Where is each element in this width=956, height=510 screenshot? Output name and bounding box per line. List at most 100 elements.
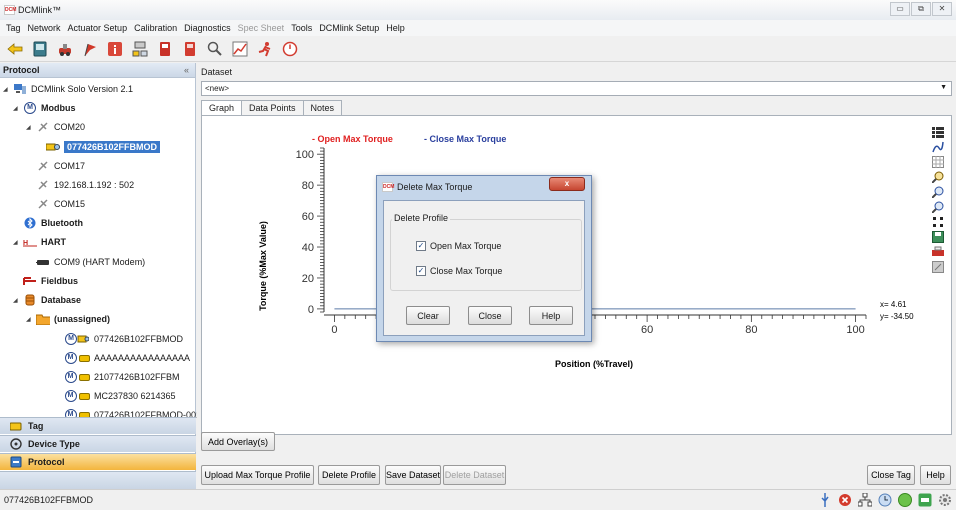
delete-profile-button[interactable]: Delete Profile — [318, 465, 380, 485]
zoom-in-icon[interactable] — [931, 186, 945, 198]
settings-icon[interactable] — [938, 493, 952, 507]
tree-node-label: COM15 — [54, 199, 86, 209]
menu-calibration[interactable]: Calibration — [132, 23, 182, 33]
close-tag-button[interactable]: Close Tag — [867, 465, 915, 485]
app-logo-icon: DCM — [382, 182, 395, 192]
menu-tools[interactable]: Tools — [289, 23, 317, 33]
tab-notes[interactable]: Notes — [302, 100, 343, 115]
maximize-button[interactable]: ⧉ — [911, 2, 931, 16]
run-icon[interactable] — [256, 40, 274, 58]
open-max-torque-option[interactable]: ✓ Open Max Torque — [416, 241, 501, 251]
chart-icon[interactable] — [231, 40, 249, 58]
tree-node-hart[interactable]: ◢ H HART — [13, 234, 66, 250]
back-arrow-icon[interactable] — [6, 40, 24, 58]
zoom-fit-icon[interactable] — [931, 171, 945, 183]
tab-graph[interactable]: Graph — [201, 100, 243, 116]
tree-node-ip-port[interactable]: 192.168.1.192 : 502 — [36, 177, 134, 193]
tree-node-unassigned[interactable]: ◢ (unassigned) — [26, 311, 110, 327]
close-max-torque-checkbox[interactable]: ✓ — [416, 266, 426, 276]
tree-node-com17[interactable]: COM17 — [36, 158, 85, 174]
tab-data-points[interactable]: Data Points — [241, 100, 304, 115]
gauge-icon[interactable] — [281, 40, 299, 58]
minimize-button[interactable]: ▭ — [890, 2, 910, 16]
tree-node-com9-hart-modem[interactable]: COM9 (HART Modem) — [36, 254, 145, 270]
upload-max-torque-profile-button[interactable]: Upload Max Torque Profile — [201, 465, 314, 485]
info-icon[interactable] — [106, 40, 124, 58]
connected-icon[interactable] — [918, 493, 932, 507]
save-icon[interactable] — [931, 231, 945, 243]
y-tick-label: 100 — [296, 149, 314, 161]
toolbar — [0, 36, 956, 62]
nav-tag-button[interactable]: Tag — [0, 417, 196, 434]
tree-node-com20[interactable]: ◢ COM20 — [26, 119, 85, 135]
nav-protocol-button[interactable]: Protocol — [0, 453, 196, 470]
tree-node-db-21077426b102ffbm[interactable]: M 21077426B102FFBM — [64, 369, 180, 385]
crosshair-icon[interactable] — [931, 216, 945, 228]
menu-spec-sheet[interactable]: Spec Sheet — [236, 23, 290, 33]
menu-network[interactable]: Network — [26, 23, 66, 33]
menu-actuator-setup[interactable]: Actuator Setup — [66, 23, 133, 33]
list-icon[interactable] — [931, 126, 945, 138]
tag-icon — [46, 141, 60, 153]
tree-node-dcmlink-solo[interactable]: ◢ DCMlink Solo Version 2.1 — [3, 81, 133, 97]
green-status-icon[interactable] — [898, 493, 912, 507]
grid-icon[interactable] — [931, 156, 945, 168]
expand-toggle[interactable]: ◢ — [26, 124, 36, 131]
close-window-button[interactable]: ✕ — [932, 2, 952, 16]
tree-node-bluetooth[interactable]: Bluetooth — [23, 215, 83, 231]
curve-icon[interactable] — [931, 141, 945, 153]
usb-icon[interactable] — [818, 493, 832, 507]
tree-node-label: HART — [41, 237, 66, 247]
error-icon[interactable] — [838, 493, 852, 507]
clear-button[interactable]: Clear — [406, 306, 450, 325]
database-icon — [23, 294, 37, 306]
menu-help[interactable]: Help — [384, 23, 410, 33]
tree-node-database[interactable]: ◢ Database — [13, 292, 81, 308]
menu-bar: Tag Network Actuator Setup Calibration D… — [0, 20, 956, 36]
tree-node-077426b102ffbmod[interactable]: 077426B102FFBMOD — [46, 139, 161, 155]
search-icon[interactable] — [206, 40, 224, 58]
tree-node-modbus[interactable]: ◢ M Modbus — [13, 100, 76, 116]
menu-tag[interactable]: Tag — [4, 23, 26, 33]
tree-node-db-077426b102ffbmod[interactable]: M 077426B102FFBMOD — [64, 331, 183, 347]
option-label: Close Max Torque — [430, 266, 503, 276]
app-logo-icon: DCM — [4, 5, 17, 15]
flag-icon[interactable] — [81, 40, 99, 58]
open-max-torque-checkbox[interactable]: ✓ — [416, 241, 426, 251]
dialog-help-button[interactable]: Help — [529, 306, 573, 325]
nav-device-type-button[interactable]: Device Type — [0, 435, 196, 452]
export-icon[interactable] — [931, 261, 945, 273]
tree-node-label: 077426B102FFBMOD — [64, 141, 161, 153]
tools-icon[interactable] — [56, 40, 74, 58]
tree-node-db-mc237830[interactable]: M MC237830 6214365 — [64, 388, 176, 404]
collapse-panel-button[interactable]: « — [184, 65, 189, 75]
tree-node-label: 192.168.1.192 : 502 — [54, 180, 135, 190]
tree-node-label: MC237830 6214365 — [94, 391, 176, 401]
tree-node-db-aaaa[interactable]: M AAAAAAAAAAAAAAAA — [64, 350, 190, 366]
add-overlay-button[interactable]: Add Overlay(s) — [201, 432, 275, 451]
expand-toggle[interactable]: ◢ — [13, 297, 23, 304]
expand-toggle[interactable]: ◢ — [26, 316, 36, 323]
help-button[interactable]: Help — [920, 465, 951, 485]
menu-dcmlink-setup[interactable]: DCMlink Setup — [317, 23, 384, 33]
menu-diagnostics[interactable]: Diagnostics — [182, 23, 236, 33]
tree-node-fieldbus[interactable]: Fieldbus — [23, 273, 78, 289]
expand-toggle[interactable]: ◢ — [13, 239, 23, 246]
delete-dataset-button[interactable]: Delete Dataset — [443, 465, 506, 485]
expand-toggle[interactable]: ◢ — [13, 105, 23, 112]
expand-toggle[interactable]: ◢ — [3, 86, 13, 93]
close-max-torque-option[interactable]: ✓ Close Max Torque — [416, 266, 502, 276]
network-icon[interactable] — [131, 40, 149, 58]
save-dataset-button[interactable]: Save Dataset — [385, 465, 441, 485]
device-red-2-icon[interactable] — [181, 40, 199, 58]
clock-icon[interactable] — [878, 493, 892, 507]
device-icon[interactable] — [31, 40, 49, 58]
device-red-icon[interactable] — [156, 40, 174, 58]
dataset-select[interactable]: <new> ▼ — [201, 81, 952, 96]
tree-node-com15[interactable]: COM15 — [36, 196, 85, 212]
dialog-close-button[interactable]: x — [549, 177, 585, 191]
network-status-icon[interactable] — [858, 493, 872, 507]
dialog-close-action-button[interactable]: Close — [468, 306, 512, 325]
zoom-out-icon[interactable] — [931, 201, 945, 213]
print-icon[interactable] — [931, 246, 945, 258]
